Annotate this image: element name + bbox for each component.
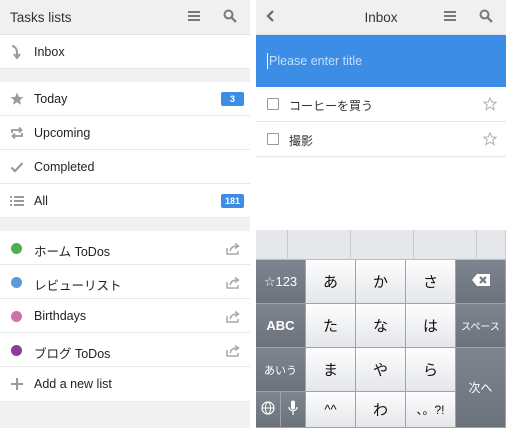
sidebar-item-label: All — [34, 194, 48, 208]
star-icon[interactable] — [482, 96, 498, 111]
next-key[interactable]: 次へ — [456, 348, 506, 428]
key-a[interactable]: あ — [306, 260, 356, 304]
list-item-home-todos[interactable]: ホーム ToDos — [0, 231, 250, 265]
key-wa[interactable]: わ — [356, 392, 406, 428]
sidebar-item-label: Completed — [34, 160, 95, 174]
list-item-label: ホーム ToDos — [34, 245, 111, 259]
key-ma[interactable]: ま — [306, 348, 356, 392]
count-badge: 3 — [221, 92, 244, 106]
key-ka[interactable]: か — [356, 260, 406, 304]
search-icon[interactable] — [223, 9, 239, 25]
share-icon[interactable] — [226, 344, 240, 357]
list-item-review-list[interactable]: レビューリスト — [0, 265, 250, 299]
star-icon[interactable] — [482, 131, 498, 146]
key-abc[interactable]: ABC — [256, 304, 306, 348]
globe-key[interactable] — [256, 392, 281, 428]
microphone-icon — [288, 400, 298, 420]
sidebar-item-upcoming[interactable]: Upcoming — [0, 116, 250, 150]
share-icon[interactable] — [226, 276, 240, 289]
candidate-slot[interactable] — [351, 230, 414, 260]
text-caret — [267, 53, 268, 69]
sidebar-item-inbox[interactable]: Inbox — [0, 35, 250, 69]
left-header: Tasks lists — [0, 0, 250, 35]
menu-icon[interactable] — [443, 9, 459, 25]
candidate-slot[interactable] — [256, 230, 288, 260]
candidate-slot[interactable] — [414, 230, 477, 260]
sidebar-item-label: Today — [34, 92, 68, 106]
check-icon — [10, 160, 24, 174]
add-list-label: Add a new list — [34, 377, 112, 391]
plus-icon — [10, 377, 24, 391]
key-ya[interactable]: や — [356, 348, 406, 392]
sidebar-item-all[interactable]: All 181 — [0, 184, 250, 218]
key-sa[interactable]: さ — [406, 260, 456, 304]
sidebar-item-label: Inbox — [34, 45, 65, 59]
add-list-button[interactable]: Add a new list — [0, 367, 250, 402]
inbox-arrow-icon — [10, 45, 24, 60]
key-na[interactable]: な — [356, 304, 406, 348]
page-title: Tasks lists — [10, 10, 72, 25]
japanese-keyboard: ☆123 あ か さ ABC た な は スペース あいう ま や ら 次へ ^… — [256, 230, 506, 428]
task-text: コーヒーを買う — [289, 99, 374, 113]
list-item-label: Birthdays — [34, 309, 87, 323]
list-item-label: ブログ ToDos — [34, 347, 111, 361]
search-icon[interactable] — [479, 9, 495, 25]
candidate-bar — [256, 230, 506, 260]
list-color-dot — [11, 243, 22, 254]
list-item-blog-todos[interactable]: ブログ ToDos — [0, 333, 250, 367]
list-item-label: レビューリスト — [34, 279, 122, 293]
task-item[interactable]: コーヒーを買う — [256, 87, 506, 122]
key-punctuation[interactable]: 、。?! — [406, 392, 456, 428]
list-color-dot — [11, 277, 22, 288]
space-key[interactable]: スペース — [456, 304, 506, 348]
task-item[interactable]: 撮影 — [256, 122, 506, 157]
count-badge: 181 — [220, 194, 244, 208]
key-ra[interactable]: ら — [406, 348, 456, 392]
share-icon[interactable] — [226, 310, 240, 323]
mic-key[interactable] — [281, 392, 306, 428]
list-icon — [10, 194, 24, 208]
share-icon[interactable] — [226, 242, 240, 255]
task-checkbox[interactable] — [267, 98, 279, 110]
key-ta[interactable]: た — [306, 304, 356, 348]
key-ha[interactable]: は — [406, 304, 456, 348]
key-kana[interactable]: あいう — [256, 348, 306, 392]
task-checkbox[interactable] — [267, 133, 279, 145]
sidebar-item-label: Upcoming — [34, 126, 91, 140]
sidebar-item-today[interactable]: Today 3 — [0, 82, 250, 116]
backspace-key[interactable] — [456, 260, 506, 304]
task-title-input[interactable]: Please enter title — [256, 35, 506, 87]
globe-icon — [261, 400, 275, 419]
sidebar-item-completed[interactable]: Completed — [0, 150, 250, 184]
inbox-panel: Inbox Please enter title コーヒーを買う 撮影 ☆123… — [256, 0, 506, 428]
right-header: Inbox — [256, 0, 506, 35]
task-lists-panel: Tasks lists Inbox Today 3 Upcoming Compl… — [0, 0, 250, 428]
repeat-icon — [10, 126, 24, 140]
menu-icon[interactable] — [187, 9, 203, 25]
page-title: Inbox — [364, 10, 398, 25]
star-icon — [10, 92, 24, 106]
list-item-birthdays[interactable]: Birthdays — [0, 299, 250, 333]
list-color-dot — [11, 345, 22, 356]
task-text: 撮影 — [289, 134, 314, 148]
candidate-slot[interactable] — [477, 230, 506, 260]
list-color-dot — [11, 311, 22, 322]
key-numbers[interactable]: ☆123 — [256, 260, 306, 304]
candidate-slot[interactable] — [288, 230, 351, 260]
title-placeholder: Please enter title — [269, 54, 363, 68]
backspace-icon — [471, 273, 491, 291]
key-dakuten[interactable]: ^^ — [306, 392, 356, 428]
